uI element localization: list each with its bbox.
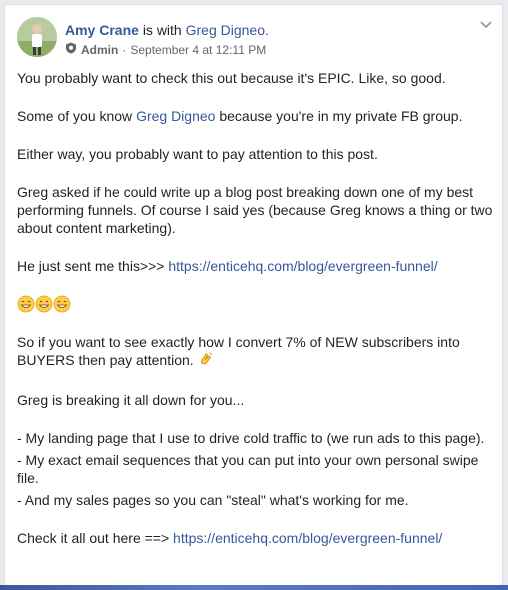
- paragraph-link-1: He just sent me this>>> https://enticehq…: [17, 257, 493, 275]
- grinning-face-emoji: [35, 295, 53, 317]
- link-intro-text: He just sent me this>>>: [17, 258, 165, 274]
- paragraph-group-text-start: Some of you know: [17, 108, 133, 124]
- paragraph-convert-text: So if you want to see exactly how I conv…: [17, 334, 460, 368]
- feed-post: Amy Crane is with Greg Digneo. Admin · S…: [4, 4, 503, 586]
- shield-icon: [65, 42, 77, 58]
- paragraph-attention: Either way, you probably want to pay att…: [17, 146, 378, 162]
- blog-link-1[interactable]: https://enticehq.com/blog/evergreen-funn…: [168, 258, 437, 274]
- blog-link-2[interactable]: https://enticehq.com/blog/evergreen-funn…: [173, 530, 442, 546]
- greg-digneo-mention-link[interactable]: Greg Digneo: [136, 108, 215, 124]
- post-options-button[interactable]: [478, 17, 494, 33]
- paragraph-breaking-down: Greg is breaking it all down for you...: [17, 392, 245, 409]
- grinning-face-emoji: [17, 295, 35, 317]
- paragraph-link-2: Check it all out here ==> https://entice…: [17, 529, 493, 547]
- post-timestamp[interactable]: September 4 at 12:11 PM: [130, 42, 266, 58]
- check-it-out-text: Check it all out here ==>: [17, 530, 170, 547]
- next-post-edge: [0, 585, 508, 590]
- avatar[interactable]: [17, 17, 57, 57]
- paragraph-group: Some of you know Greg Digneo because you…: [17, 107, 493, 125]
- bullet-email-sequences: - My exact email sequences that you can …: [17, 452, 479, 487]
- post-body: You probably want to check this out beca…: [17, 69, 493, 547]
- tagged-person-link[interactable]: Greg Digneo.: [186, 22, 269, 38]
- avatar-photo: [17, 17, 57, 57]
- author-name-link[interactable]: Amy Crane: [65, 22, 139, 38]
- bullet-sales-pages: - And my sales pages so you can "steal" …: [17, 492, 409, 509]
- post-header: Amy Crane is with Greg Digneo. Admin · S…: [65, 21, 269, 58]
- post-author-line: Amy Crane is with Greg Digneo.: [65, 21, 269, 39]
- is-with-text: is with: [142, 22, 182, 38]
- paragraph-group-text-end: because you're in my private FB group.: [219, 108, 463, 124]
- admin-badge: Admin: [81, 43, 119, 57]
- chevron-down-icon: [480, 16, 492, 34]
- bullet-landing-page: - My landing page that I use to drive co…: [17, 430, 485, 447]
- separator-dot: ·: [122, 43, 127, 57]
- emoji-row: [17, 295, 493, 313]
- paragraph-intro: You probably want to check this out beca…: [17, 70, 446, 86]
- paragraph-convert: So if you want to see exactly how I conv…: [17, 333, 493, 371]
- clapping-hands-emoji: [198, 351, 214, 371]
- paragraph-blog-post: Greg asked if he could write up a blog p…: [17, 184, 493, 236]
- post-meta: Admin · September 4 at 12:11 PM: [65, 42, 269, 58]
- grinning-face-emoji: [53, 295, 71, 317]
